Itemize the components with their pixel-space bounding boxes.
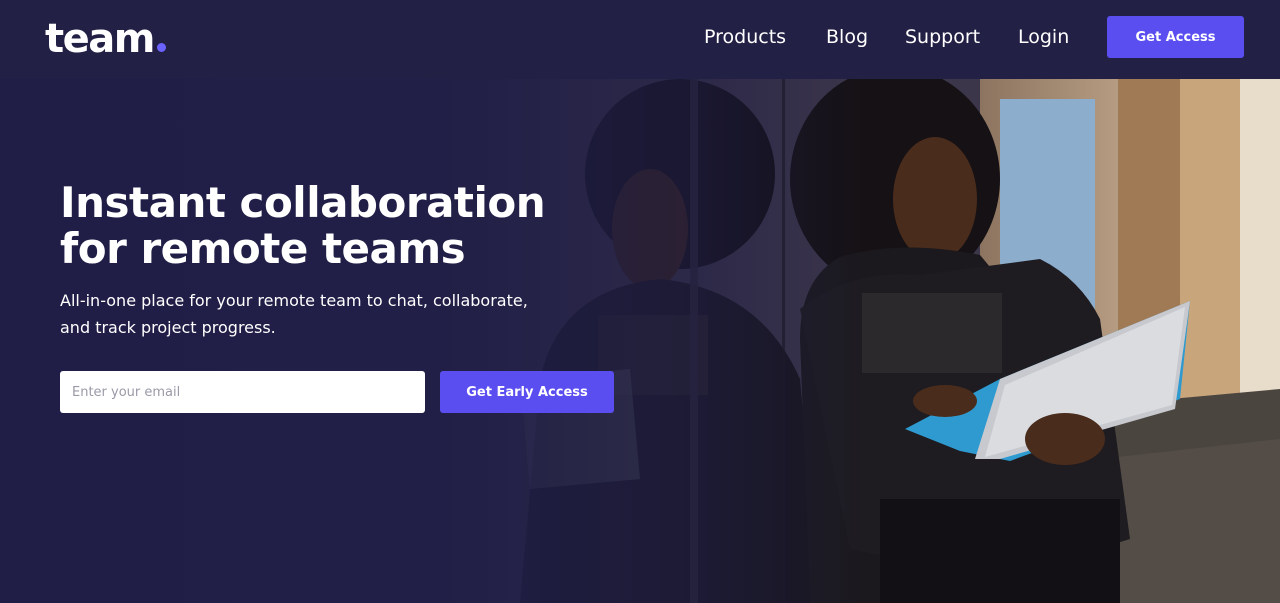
get-access-button[interactable]: Get Access xyxy=(1107,16,1244,58)
headline-line-2: for remote teams xyxy=(60,224,466,273)
hero-image xyxy=(0,79,1280,603)
nav-link-products[interactable]: Products xyxy=(704,25,786,49)
nav-link-blog[interactable]: Blog xyxy=(826,25,868,49)
hero-subtext: All-in-one place for your remote team to… xyxy=(60,287,580,341)
navbar: team Products Blog Support Login Get Acc… xyxy=(0,0,1280,79)
hero-headline: Instant collaboration for remote teams xyxy=(60,180,620,272)
nav-link-login[interactable]: Login xyxy=(1018,25,1069,49)
headline-line-1: Instant collaboration xyxy=(60,178,546,227)
nav-link-support[interactable]: Support xyxy=(905,25,980,49)
subtext-line-1: All-in-one place for your remote team to… xyxy=(60,291,528,310)
logo[interactable]: team xyxy=(45,14,166,64)
hero-section: Instant collaboration for remote teams A… xyxy=(0,79,1280,603)
logo-text: team xyxy=(45,16,155,62)
logo-dot xyxy=(156,43,166,52)
email-input[interactable] xyxy=(60,371,425,413)
subtext-line-2: and track project progress. xyxy=(60,318,276,337)
get-early-access-button[interactable]: Get Early Access xyxy=(440,371,614,413)
